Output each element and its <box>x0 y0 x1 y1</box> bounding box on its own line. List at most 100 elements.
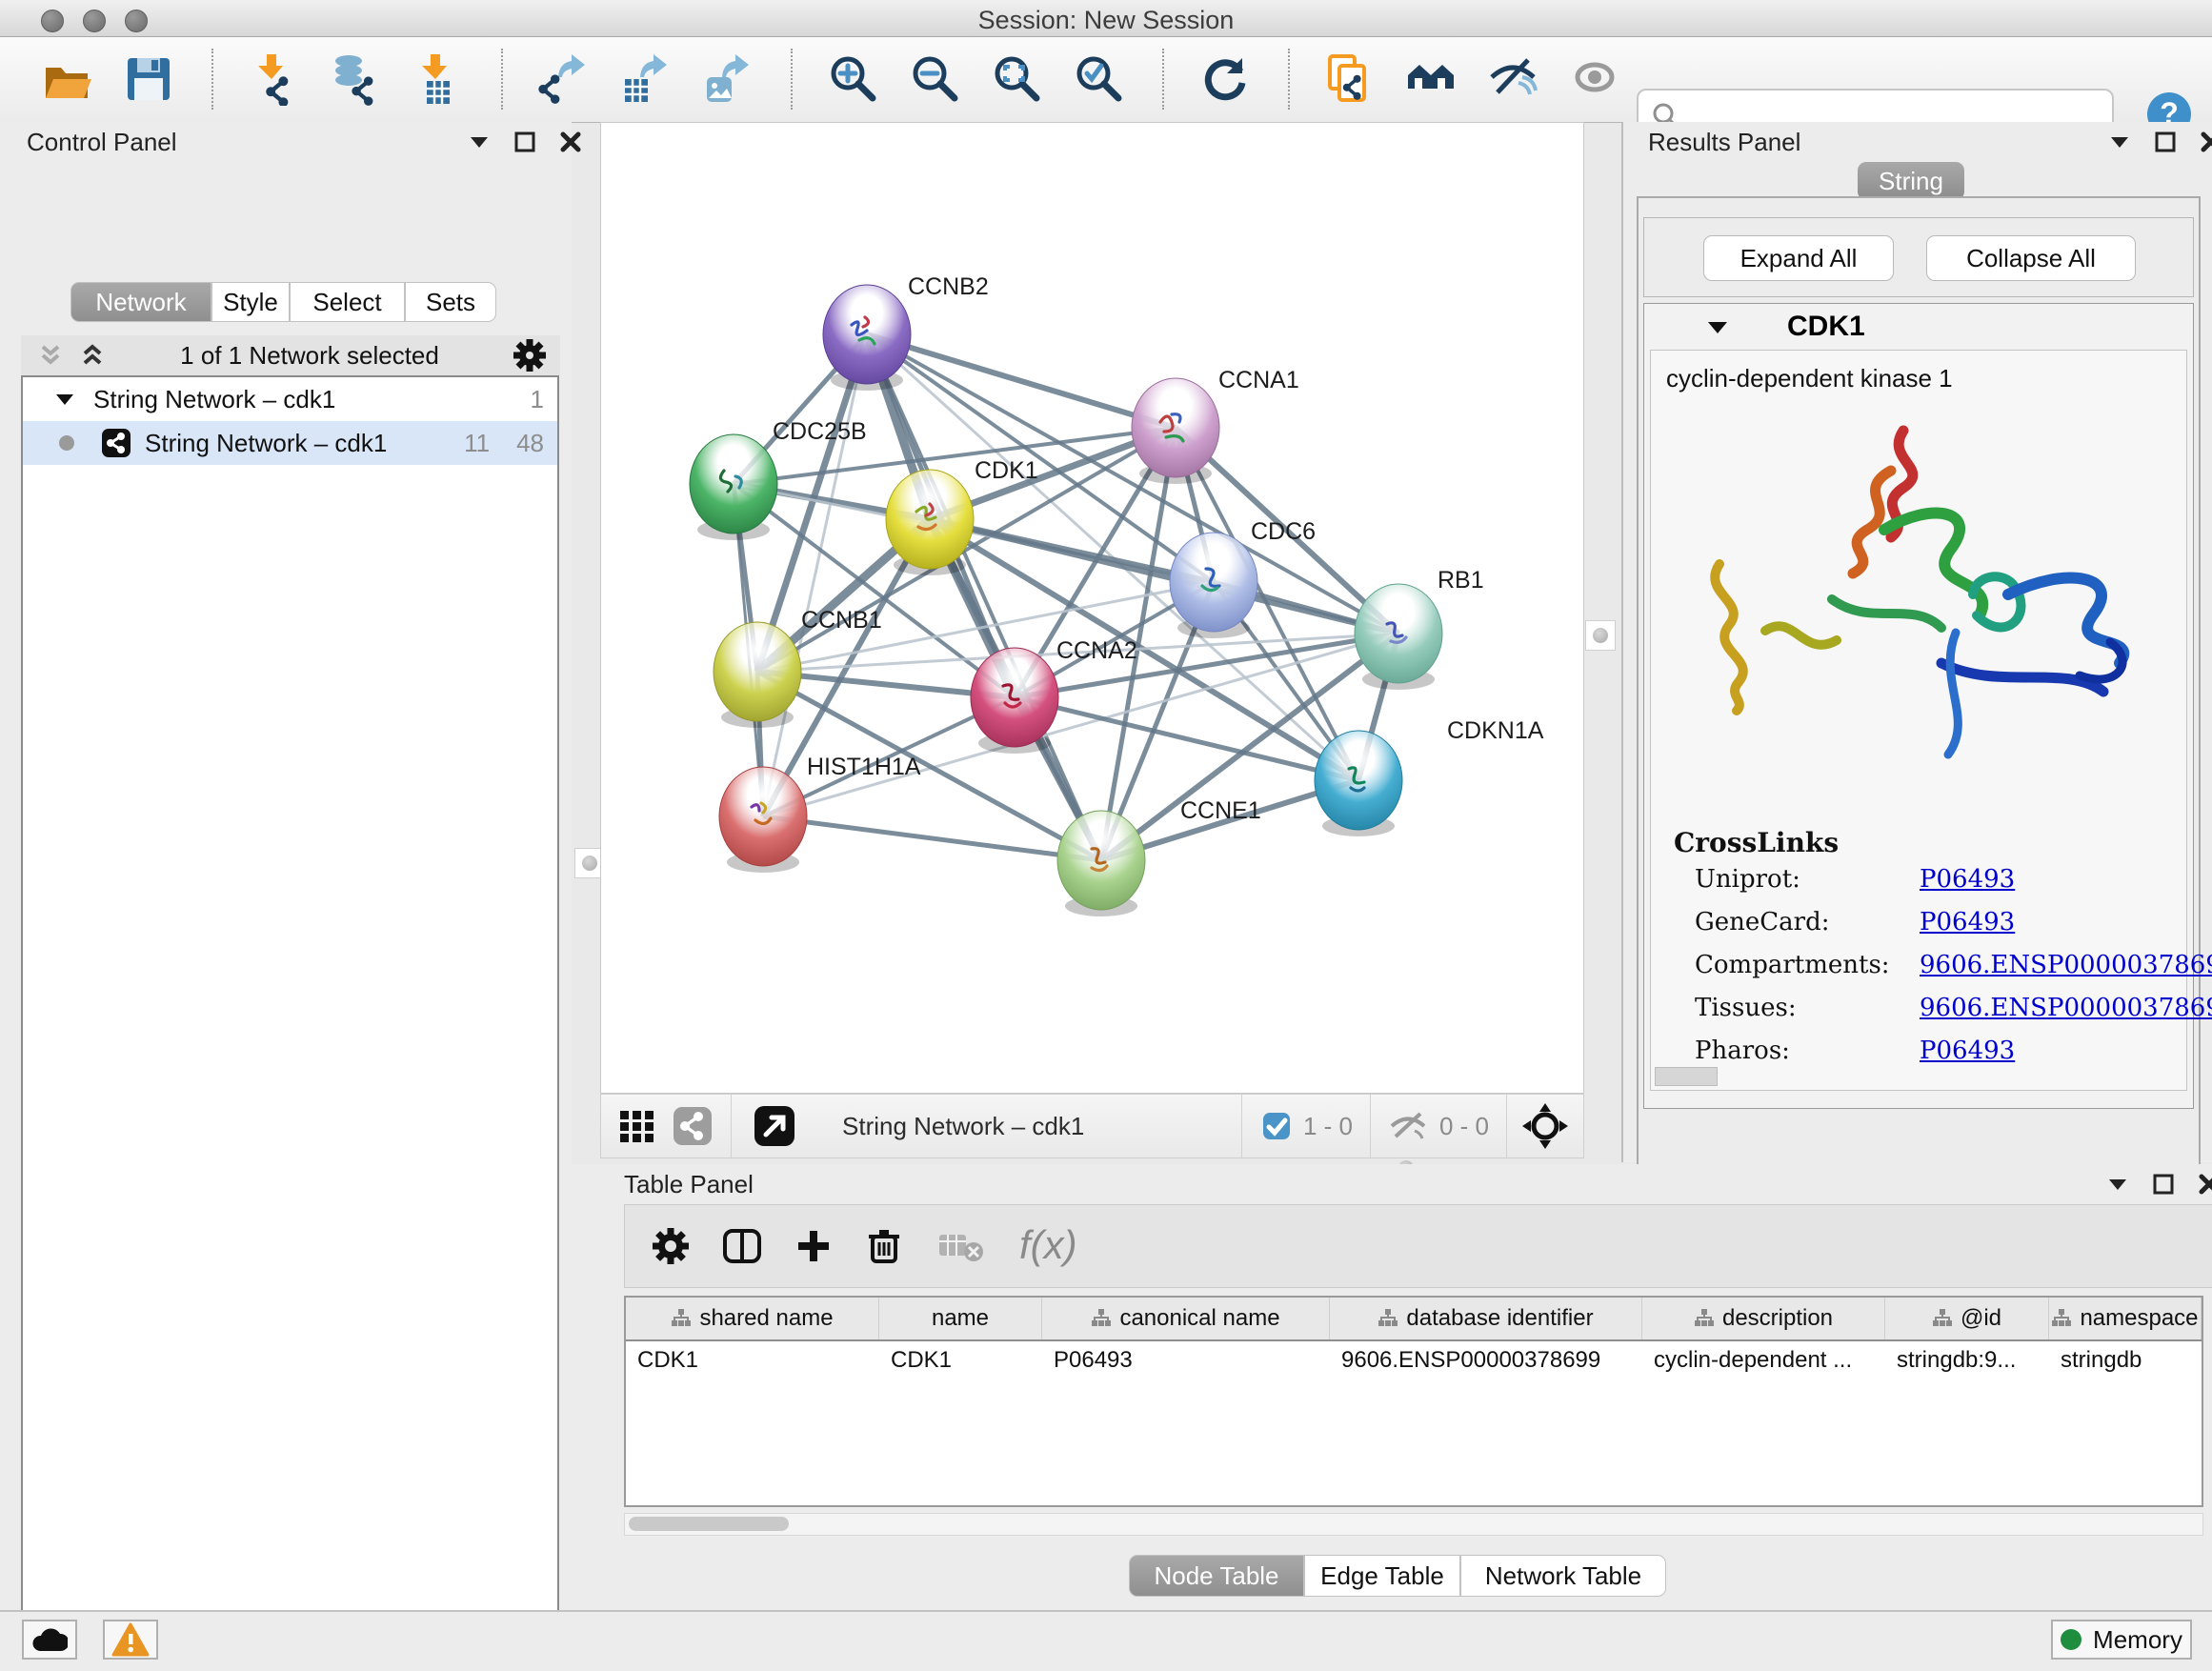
zoom-in-button[interactable] <box>827 52 880 106</box>
function-builder-icon[interactable]: f(x) <box>1014 1222 1099 1270</box>
edge-CCNB2-CCNE1[interactable] <box>867 334 1101 860</box>
network-row[interactable]: String Network – cdk1 11 48 <box>23 421 557 465</box>
panel-menu-icon[interactable] <box>2109 135 2130 149</box>
cell-@id[interactable]: stringdb:9... <box>1885 1341 2049 1379</box>
zoom-selected-button[interactable] <box>1073 52 1126 106</box>
import-table-button[interactable] <box>412 52 465 106</box>
node-CDKN1A[interactable]: CDKN1A <box>1315 717 1544 836</box>
export-table-button[interactable] <box>619 52 673 106</box>
first-neighbors-button[interactable] <box>1406 52 1459 106</box>
expand-all-button[interactable]: Expand All <box>1703 235 1894 281</box>
crosslink-link[interactable]: P06493 <box>1920 1037 2015 1065</box>
tab-string[interactable]: String <box>1858 162 1964 200</box>
save-session-button[interactable] <box>122 52 175 106</box>
detach-view-icon[interactable] <box>753 1104 796 1148</box>
protein-section-header[interactable]: CDK1 <box>1644 304 2193 350</box>
tab-select[interactable]: Select <box>290 282 405 322</box>
tab-sets[interactable]: Sets <box>405 282 496 322</box>
refresh-button[interactable] <box>1198 52 1252 106</box>
close-panel-icon[interactable] <box>560 131 581 152</box>
cell-shared-name[interactable]: CDK1 <box>626 1341 879 1379</box>
crosslink-link[interactable]: P06493 <box>1920 865 2015 894</box>
cell-namespace[interactable]: stringdb <box>2049 1341 2202 1379</box>
close-panel-icon[interactable] <box>2201 131 2212 152</box>
collection-expander-icon[interactable] <box>55 393 74 406</box>
network-options-gear-icon[interactable] <box>513 338 547 372</box>
node-HIST1H1A[interactable]: HIST1H1A <box>719 754 921 873</box>
edge-CCNB2-CCNA1[interactable] <box>867 334 1176 428</box>
close-panel-icon[interactable] <box>2199 1174 2212 1195</box>
export-network-button[interactable] <box>537 52 591 106</box>
panel-menu-icon[interactable] <box>2107 1178 2128 1191</box>
import-network-file-button[interactable] <box>248 52 301 106</box>
cell-description[interactable]: cyclin-dependent ... <box>1642 1341 1885 1379</box>
network-list-toolbar: 1 of 1 Network selected <box>21 335 560 375</box>
column-header-name[interactable]: name <box>879 1298 1042 1339</box>
collapse-all-button[interactable]: Collapse All <box>1926 235 2136 281</box>
tab-network-table[interactable]: Network Table <box>1460 1555 1666 1597</box>
crosslink-link[interactable]: 9606.ENSP00000378699 <box>1920 994 2212 1022</box>
hidden-eye-icon[interactable] <box>1388 1110 1428 1142</box>
column-header-@id[interactable]: @id <box>1885 1298 2049 1339</box>
tab-network[interactable]: Network <box>70 282 211 322</box>
clone-network-button[interactable] <box>1324 52 1377 106</box>
column-header-database-identifier[interactable]: database identifier <box>1330 1298 1642 1339</box>
tab-node-table[interactable]: Node Table <box>1129 1555 1304 1597</box>
float-panel-icon[interactable] <box>2155 131 2176 152</box>
float-panel-icon[interactable] <box>514 131 535 152</box>
panel-menu-icon[interactable] <box>469 135 490 149</box>
node-CCNB1[interactable]: CCNB1 <box>714 607 882 728</box>
import-network-database-button[interactable] <box>330 52 383 106</box>
collapse-all-chevron-icon[interactable] <box>36 341 65 370</box>
crosslink-label: Tissues: <box>1695 994 1797 1022</box>
memory-status-dot <box>2061 1629 2081 1650</box>
node-table[interactable]: shared namenamecanonical namedatabase id… <box>624 1296 2203 1507</box>
cell-database-identifier[interactable]: 9606.ENSP00000378699 <box>1330 1341 1642 1379</box>
warning-status-button[interactable] <box>103 1620 158 1660</box>
table-row[interactable]: CDK1CDK1P064939606.ENSP00000378699cyclin… <box>626 1341 2202 1379</box>
node-CDK1[interactable]: CDK1 <box>886 457 1038 575</box>
table-options-gear-icon[interactable] <box>650 1225 692 1267</box>
hide-selected-button[interactable] <box>1488 52 1541 106</box>
table-hscrollbar-thumb[interactable] <box>629 1517 789 1531</box>
results-hscroll-thumb[interactable] <box>1655 1067 1718 1086</box>
add-column-icon[interactable] <box>793 1225 835 1267</box>
column-header-namespace[interactable]: namespace <box>2049 1298 2202 1339</box>
delete-table-icon[interactable] <box>937 1227 987 1265</box>
node-RB1[interactable]: RB1 <box>1355 567 1484 690</box>
control-panel: Control Panel NetworkStyleSelectSets 1 o… <box>0 122 572 1610</box>
memory-button[interactable]: Memory <box>2051 1620 2192 1660</box>
zoom-out-button[interactable] <box>909 52 962 106</box>
network-share-icon[interactable] <box>672 1105 714 1147</box>
tab-edge-table[interactable]: Edge Table <box>1304 1555 1460 1597</box>
network-view-title: String Network – cdk1 <box>842 1112 1084 1141</box>
node-CCNB2[interactable]: CCNB2 <box>823 273 989 391</box>
column-header-shared-name[interactable]: shared name <box>626 1298 879 1339</box>
delete-column-icon[interactable] <box>863 1225 905 1267</box>
network-collection-row[interactable]: String Network – cdk1 1 <box>23 377 557 421</box>
tab-style[interactable]: Style <box>211 282 290 322</box>
show-all-button[interactable] <box>1570 52 1623 106</box>
crosslink-link[interactable]: 9606.ENSP00000378699 <box>1920 951 2212 979</box>
float-panel-icon[interactable] <box>2153 1174 2174 1195</box>
right-splitter-handle[interactable] <box>1585 620 1616 651</box>
cell-canonical-name[interactable]: P06493 <box>1042 1341 1330 1379</box>
column-header-canonical-name[interactable]: canonical name <box>1042 1298 1330 1339</box>
export-image-button[interactable] <box>701 52 754 106</box>
crosslink-link[interactable]: P06493 <box>1920 908 2015 936</box>
clone-network-icon <box>1324 52 1377 106</box>
cloud-status-button[interactable] <box>22 1620 77 1660</box>
zoom-fit-button[interactable] <box>991 52 1044 106</box>
expand-all-chevron-icon[interactable] <box>78 341 107 370</box>
column-header-description[interactable]: description <box>1642 1298 1885 1339</box>
table-hscrollbar[interactable] <box>624 1513 2203 1536</box>
network-canvas[interactable]: CCNB2CCNA1CDC25BCDK1CDC6RB1CCNB1CCNA2HIS… <box>600 122 1584 1094</box>
edge-HIST1H1A-CCNE1[interactable] <box>763 816 1101 860</box>
cell-name[interactable]: CDK1 <box>879 1341 1042 1379</box>
pan-target-icon[interactable] <box>1520 1101 1570 1151</box>
selected-checkbox-icon[interactable] <box>1261 1111 1292 1141</box>
section-expander-icon[interactable] <box>1707 320 1728 334</box>
open-folder-button[interactable] <box>40 52 93 106</box>
show-columns-icon[interactable] <box>720 1224 764 1268</box>
grid-view-icon[interactable] <box>616 1105 658 1147</box>
